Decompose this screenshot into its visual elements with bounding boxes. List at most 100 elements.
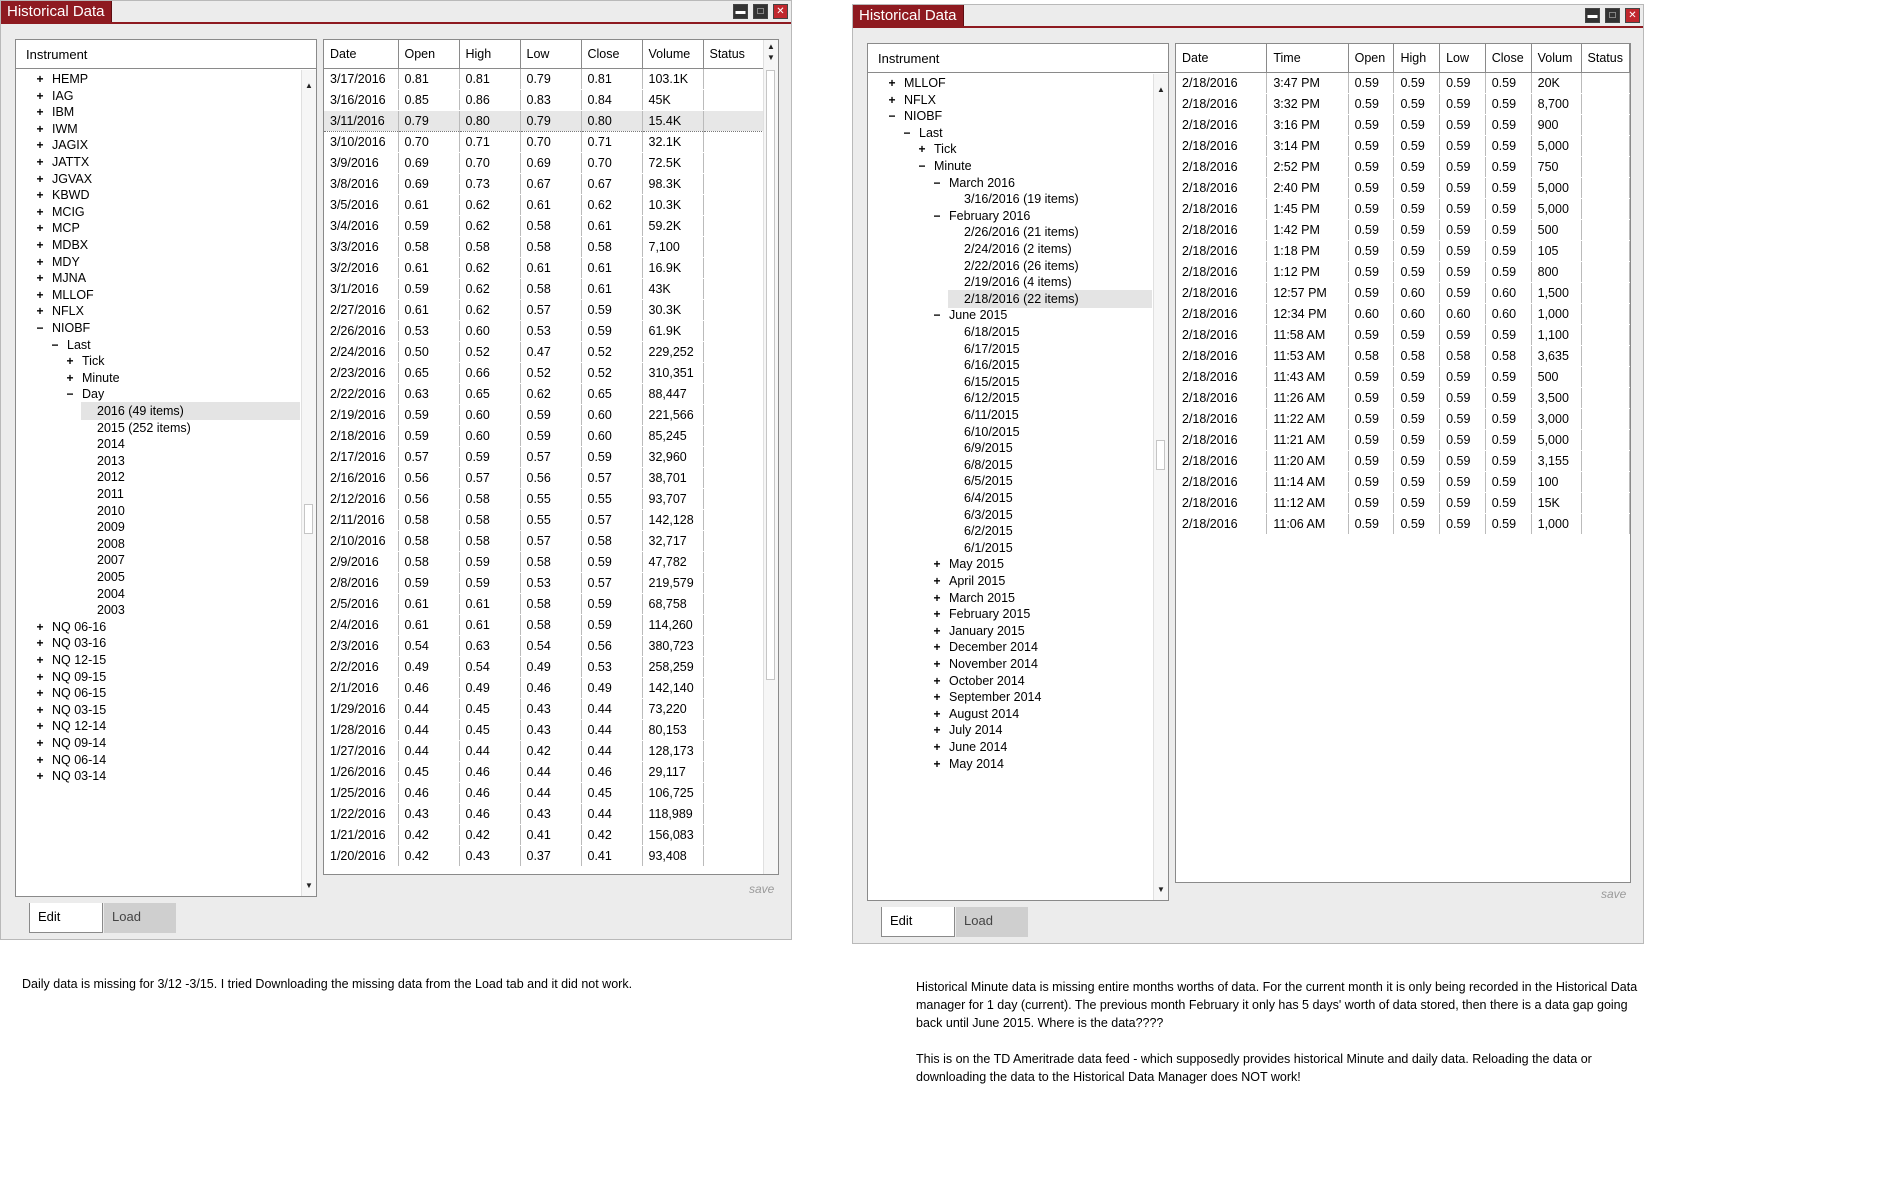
- tree-item[interactable]: 6/5/2015: [964, 472, 1152, 490]
- table-row[interactable]: 2/18/2016 11:53 AM 0.58 0.58 0.58 0.58 3,635: [1176, 345, 1630, 367]
- tree-item[interactable]: − February 2016: [931, 207, 1152, 225]
- tree-item[interactable]: + IWM: [34, 120, 300, 138]
- tree-item[interactable]: + NQ 06-14: [34, 751, 300, 769]
- tree-item[interactable]: + NQ 09-15: [34, 668, 300, 686]
- tab-load[interactable]: Load: [104, 903, 176, 933]
- minimize-icon[interactable]: ▬: [1585, 8, 1600, 23]
- expand-plus-icon[interactable]: +: [931, 638, 943, 656]
- table-row[interactable]: 2/18/2016 2:40 PM 0.59 0.59 0.59 0.59 5,000: [1176, 177, 1630, 199]
- tree-item[interactable]: − Last: [901, 124, 1152, 142]
- table-row[interactable]: 3/11/2016 0.79 0.80 0.79 0.80 15.4K: [324, 109, 765, 132]
- table-row[interactable]: 2/18/2016 11:06 AM 0.59 0.59 0.59 0.59 1,000: [1176, 513, 1630, 535]
- tree-item[interactable]: − NIOBF: [34, 319, 300, 337]
- table-row[interactable]: 2/23/2016 0.65 0.66 0.52 0.52 310,351: [324, 362, 765, 384]
- table-row[interactable]: 2/18/2016 11:22 AM 0.59 0.59 0.59 0.59 3,000: [1176, 408, 1630, 430]
- table-row[interactable]: 3/8/2016 0.69 0.73 0.67 0.67 98.3K: [324, 173, 765, 195]
- close-icon[interactable]: ✕: [1625, 8, 1640, 23]
- table-row[interactable]: 3/2/2016 0.61 0.62 0.61 0.61 16.9K: [324, 257, 765, 279]
- collapse-minus-icon[interactable]: −: [931, 207, 943, 225]
- table-row[interactable]: 1/20/2016 0.42 0.43 0.37 0.41 93,408: [324, 845, 765, 867]
- tree-item[interactable]: + January 2015: [931, 622, 1152, 640]
- tree-item[interactable]: 6/12/2015: [964, 389, 1152, 407]
- expand-plus-icon[interactable]: +: [34, 286, 46, 304]
- tree-item[interactable]: + NFLX: [886, 91, 1152, 109]
- table-row[interactable]: 2/18/2016 11:43 AM 0.59 0.59 0.59 0.59 500: [1176, 366, 1630, 388]
- table-row[interactable]: 1/29/2016 0.44 0.45 0.43 0.44 73,220: [324, 698, 765, 720]
- tree-item[interactable]: + MCP: [34, 219, 300, 237]
- table-row[interactable]: 2/18/2016 12:34 PM 0.60 0.60 0.60 0.60 1,000: [1176, 303, 1630, 325]
- expand-plus-icon[interactable]: +: [34, 651, 46, 669]
- tree-item[interactable]: 2/18/2016 (22 items): [948, 289, 1152, 308]
- tree-item[interactable]: + NQ 03-16: [34, 634, 300, 652]
- tree-item[interactable]: + NQ 03-14: [34, 767, 300, 785]
- tree-item[interactable]: 6/18/2015: [964, 323, 1152, 341]
- tree-item[interactable]: 2012: [97, 468, 300, 486]
- table-row[interactable]: 2/5/2016 0.61 0.61 0.58 0.59 68,758: [324, 593, 765, 615]
- tree-item[interactable]: + NFLX: [34, 302, 300, 320]
- column-header[interactable]: Status: [1581, 44, 1630, 73]
- expand-plus-icon[interactable]: +: [34, 751, 46, 769]
- tree-item[interactable]: + IAG: [34, 87, 300, 105]
- maximize-icon[interactable]: □: [753, 4, 768, 19]
- column-header[interactable]: Close: [1485, 44, 1532, 73]
- tree-item[interactable]: 6/4/2015: [964, 489, 1152, 507]
- scrollbar-thumb[interactable]: [766, 70, 775, 680]
- expand-plus-icon[interactable]: +: [34, 767, 46, 785]
- expand-plus-icon[interactable]: +: [931, 622, 943, 640]
- expand-plus-icon[interactable]: +: [931, 655, 943, 673]
- scroll-down-arrow-icon[interactable]: ▼: [764, 52, 778, 64]
- collapse-minus-icon[interactable]: −: [49, 336, 61, 354]
- tree-item[interactable]: 6/11/2015: [964, 406, 1152, 424]
- right-title-bar[interactable]: Historical Data ▬ □ ✕: [853, 5, 1643, 28]
- expand-plus-icon[interactable]: +: [931, 572, 943, 590]
- table-row[interactable]: 2/17/2016 0.57 0.59 0.57 0.59 32,960: [324, 446, 765, 468]
- tree-item[interactable]: 2014: [97, 435, 300, 453]
- table-row[interactable]: 3/3/2016 0.58 0.58 0.58 0.58 7,100: [324, 236, 765, 258]
- table-row[interactable]: 3/4/2016 0.59 0.62 0.58 0.61 59.2K: [324, 215, 765, 237]
- column-header[interactable]: Date: [324, 40, 399, 69]
- tree-item[interactable]: 2016 (49 items): [81, 402, 300, 420]
- expand-plus-icon[interactable]: +: [64, 369, 76, 387]
- tree-item[interactable]: 3/16/2016 (19 items): [964, 190, 1152, 208]
- tree-item[interactable]: − Last: [49, 336, 300, 354]
- table-row[interactable]: 2/19/2016 0.59 0.60 0.59 0.60 221,566: [324, 404, 765, 426]
- column-header[interactable]: Volum: [1531, 44, 1582, 73]
- scroll-up-arrow-icon[interactable]: ▲: [302, 80, 316, 92]
- tree-item[interactable]: 2/19/2016 (4 items): [964, 273, 1152, 291]
- tree-item[interactable]: − NIOBF: [886, 107, 1152, 125]
- expand-plus-icon[interactable]: +: [34, 618, 46, 636]
- table-row[interactable]: 2/1/2016 0.46 0.49 0.46 0.49 142,140: [324, 677, 765, 699]
- table-row[interactable]: 2/18/2016 1:45 PM 0.59 0.59 0.59 0.59 5,000: [1176, 198, 1630, 220]
- maximize-icon[interactable]: □: [1605, 8, 1620, 23]
- tree-item[interactable]: + JATTX: [34, 153, 300, 171]
- left-tree-scrollbar[interactable]: ▲ ▼: [301, 70, 316, 896]
- scroll-down-arrow-icon[interactable]: ▼: [1154, 884, 1168, 896]
- table-row[interactable]: 2/18/2016 1:42 PM 0.59 0.59 0.59 0.59 500: [1176, 219, 1630, 241]
- column-header[interactable]: Open: [1348, 44, 1395, 73]
- tree-item[interactable]: + Minute: [64, 369, 300, 387]
- tree-item[interactable]: + November 2014: [931, 655, 1152, 673]
- expand-plus-icon[interactable]: +: [931, 705, 943, 723]
- expand-plus-icon[interactable]: +: [34, 103, 46, 121]
- tree-item[interactable]: + August 2014: [931, 705, 1152, 723]
- expand-plus-icon[interactable]: +: [34, 717, 46, 735]
- table-row[interactable]: 2/24/2016 0.50 0.52 0.47 0.52 229,252: [324, 341, 765, 363]
- tree-item[interactable]: + May 2014: [931, 755, 1152, 773]
- tree-item[interactable]: + JAGIX: [34, 136, 300, 154]
- scrollbar-thumb[interactable]: [1156, 440, 1165, 470]
- tree-item[interactable]: 6/10/2015: [964, 423, 1152, 441]
- expand-plus-icon[interactable]: +: [931, 688, 943, 706]
- expand-plus-icon[interactable]: +: [34, 87, 46, 105]
- collapse-minus-icon[interactable]: −: [931, 174, 943, 192]
- expand-plus-icon[interactable]: +: [34, 253, 46, 271]
- table-row[interactable]: 3/17/2016 0.81 0.81 0.79 0.81 103.1K: [324, 68, 765, 90]
- tree-item[interactable]: + MLLOF: [34, 286, 300, 304]
- table-row[interactable]: 3/10/2016 0.70 0.71 0.70 0.71 32.1K: [324, 131, 765, 153]
- expand-plus-icon[interactable]: +: [34, 219, 46, 237]
- tree-item[interactable]: 2011: [97, 485, 300, 503]
- table-row[interactable]: 2/18/2016 3:14 PM 0.59 0.59 0.59 0.59 5,000: [1176, 135, 1630, 157]
- tree-item[interactable]: + HEMP: [34, 70, 300, 88]
- tree-item[interactable]: − Minute: [916, 157, 1152, 175]
- tree-item[interactable]: + May 2015: [931, 555, 1152, 573]
- table-row[interactable]: 2/3/2016 0.54 0.63 0.54 0.56 380,723: [324, 635, 765, 657]
